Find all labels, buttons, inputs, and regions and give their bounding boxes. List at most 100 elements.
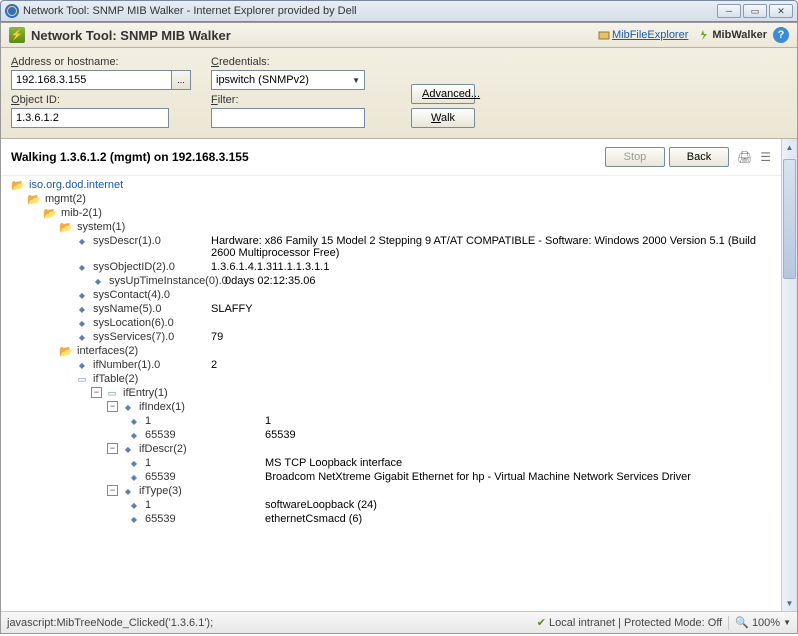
collapse-toggle[interactable]: −: [107, 485, 118, 496]
tree-node-mib2[interactable]: mib-2(1): [61, 207, 102, 219]
tree-node-syslocation[interactable]: sysLocation(6).0: [93, 317, 174, 329]
vertical-scrollbar[interactable]: ▲ ▼: [781, 139, 797, 611]
tree-node-sysname[interactable]: sysName(5).0: [93, 303, 161, 315]
tree-node-ifindex-2[interactable]: 65539: [145, 429, 176, 441]
credentials-value: ipswitch (SNMPv2): [216, 74, 309, 86]
leaf-icon: [127, 499, 141, 511]
address-picker-button[interactable]: ...: [171, 70, 191, 90]
collapse-toggle[interactable]: −: [107, 401, 118, 412]
tree-node-ifentry[interactable]: ifEntry(1): [123, 387, 168, 399]
results-pane: Walking 1.3.6.1.2 (mgmt) on 192.168.3.15…: [1, 139, 781, 611]
tree-node-iftype[interactable]: ifType(3): [139, 485, 182, 497]
status-left: javascript:MibTreeNode_Clicked('1.3.6.1'…: [7, 617, 213, 629]
credentials-dropdown[interactable]: ipswitch (SNMPv2) ▼: [211, 70, 365, 90]
folder-icon: [11, 179, 25, 191]
tree-node-ifdescr-2[interactable]: 65539: [145, 471, 176, 483]
tree-node-ifdescr[interactable]: ifDescr(2): [139, 443, 187, 455]
leaf-icon: [75, 289, 89, 301]
advanced-button[interactable]: Advanced...: [411, 84, 475, 104]
address-input[interactable]: [11, 70, 172, 90]
tree-node-ifdescr-1[interactable]: 1: [145, 457, 151, 469]
folder-icon: [59, 345, 73, 357]
print-icon[interactable]: 🖨: [737, 150, 752, 164]
object-id-label: Object ID:: [11, 94, 191, 106]
collapse-toggle[interactable]: −: [91, 387, 102, 398]
folder-icon: [598, 29, 610, 41]
collapse-toggle[interactable]: −: [107, 443, 118, 454]
query-form: Address or hostname: ... Credentials: ip…: [1, 48, 797, 139]
object-id-input[interactable]: [11, 108, 169, 128]
value-iftype-2: ethernetCsmacd (6): [261, 513, 781, 525]
tree-node-sysuptime[interactable]: sysUpTimeInstance(0).0: [109, 275, 219, 287]
value-ifdescr-2: Broadcom NetXtreme Gigabit Ethernet for …: [261, 471, 781, 483]
window-title: Network Tool: SNMP MIB Walker - Internet…: [23, 5, 717, 17]
tree-node-ifindex-1[interactable]: 1: [145, 415, 151, 427]
leaf-icon: [121, 401, 135, 413]
minimize-button[interactable]: ─: [717, 4, 741, 18]
credentials-label: Credentials:: [211, 56, 391, 68]
leaf-icon: [127, 457, 141, 469]
folder-icon: [59, 221, 73, 233]
tree-node-sysdescr[interactable]: sysDescr(1).0: [93, 235, 161, 247]
mib-file-explorer-link[interactable]: MibFileExplorer: [598, 29, 688, 41]
leaf-icon: [127, 471, 141, 483]
scroll-thumb[interactable]: [783, 159, 796, 279]
tree-node-sysservices[interactable]: sysServices(7).0: [93, 331, 174, 343]
tree-node-mgmt[interactable]: mgmt(2): [45, 193, 86, 205]
value-sysobjectid: 1.3.6.1.4.1.311.1.1.3.1.1: [207, 261, 781, 273]
tree-node-ifnumber[interactable]: ifNumber(1).0: [93, 359, 160, 371]
back-button[interactable]: Back: [669, 147, 729, 167]
scroll-down-icon[interactable]: ▼: [782, 595, 797, 611]
zoom-control[interactable]: 🔍 100% ▼: [735, 616, 791, 629]
leaf-icon: [75, 303, 89, 315]
tree-node-iftype-1[interactable]: 1: [145, 499, 151, 511]
chevron-down-icon: ▼: [783, 618, 791, 627]
filter-input[interactable]: [211, 108, 365, 128]
tree-node-root[interactable]: iso.org.dod.internet: [29, 179, 123, 191]
app-icon: ⚡: [9, 27, 25, 43]
address-label: Address or hostname:: [11, 56, 191, 68]
leaf-icon: [75, 261, 89, 273]
leaf-icon: [75, 331, 89, 343]
window-titlebar: Network Tool: SNMP MIB Walker - Internet…: [0, 0, 798, 22]
row-icon: [105, 387, 119, 399]
mib-walker-link[interactable]: MibWalker: [698, 29, 767, 41]
export-icon[interactable]: ☰: [760, 150, 771, 164]
leaf-icon: [121, 485, 135, 497]
maximize-button[interactable]: ▭: [743, 4, 767, 18]
filter-label: Filter:: [211, 94, 391, 106]
tree-node-syscontact[interactable]: sysContact(4).0: [93, 289, 170, 301]
value-sysservices: 79: [207, 331, 781, 343]
tree-node-system[interactable]: system(1): [77, 221, 125, 233]
tree-node-iftype-2[interactable]: 65539: [145, 513, 176, 525]
leaf-icon: [121, 443, 135, 455]
zone-icon: ✔: [537, 616, 546, 629]
app-header: ⚡ Network Tool: SNMP MIB Walker MibFileE…: [1, 23, 797, 48]
close-button[interactable]: ✕: [769, 4, 793, 18]
leaf-icon: [75, 317, 89, 329]
zoom-icon: 🔍: [735, 616, 749, 629]
ie-icon: [5, 4, 19, 18]
status-bar: javascript:MibTreeNode_Clicked('1.3.6.1'…: [1, 611, 797, 633]
zoom-value: 100%: [752, 617, 780, 629]
app-title: Network Tool: SNMP MIB Walker: [31, 28, 588, 43]
scroll-up-icon[interactable]: ▲: [782, 139, 797, 155]
value-ifdescr-1: MS TCP Loopback interface: [261, 457, 781, 469]
tree-node-ifindex[interactable]: ifIndex(1): [139, 401, 185, 413]
help-icon[interactable]: ?: [773, 27, 789, 43]
value-sysuptime: 0days 02:12:35.06: [221, 275, 781, 287]
tree-node-interfaces[interactable]: interfaces(2): [77, 345, 138, 357]
stop-button[interactable]: Stop: [605, 147, 665, 167]
folder-icon: [27, 193, 41, 205]
value-ifindex-2: 65539: [261, 429, 781, 441]
value-ifindex-1: 1: [261, 415, 781, 427]
mib-tree: iso.org.dod.internet mgmt(2) mib-2(1) sy…: [1, 176, 781, 534]
status-zone: Local intranet | Protected Mode: Off: [549, 617, 722, 629]
leaf-icon: [75, 235, 89, 247]
value-sysdescr: Hardware: x86 Family 15 Model 2 Stepping…: [207, 235, 781, 259]
leaf-icon: [127, 429, 141, 441]
walk-button[interactable]: Walk: [411, 108, 475, 128]
tree-node-iftable[interactable]: ifTable(2): [93, 373, 138, 385]
tree-node-sysobjectid[interactable]: sysObjectID(2).0: [93, 261, 175, 273]
leaf-icon: [127, 415, 141, 427]
